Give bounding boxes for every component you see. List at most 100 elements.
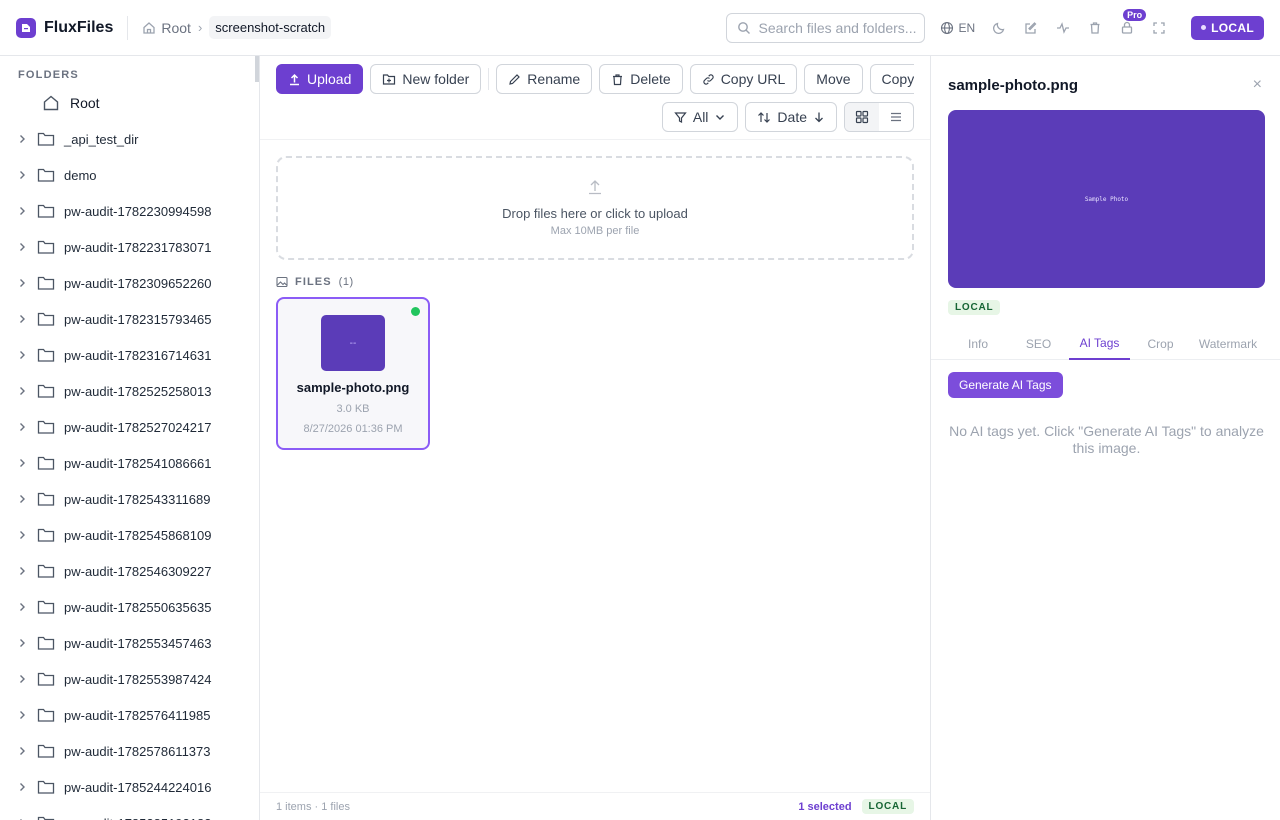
- chevron-right-icon[interactable]: [13, 601, 31, 613]
- theme-toggle-button[interactable]: [983, 12, 1015, 44]
- activity-button[interactable]: [1047, 12, 1079, 44]
- chevron-right-icon[interactable]: [13, 133, 31, 145]
- rename-label: Rename: [527, 71, 581, 87]
- delete-button[interactable]: Delete: [599, 64, 683, 94]
- move-button[interactable]: Move: [804, 64, 863, 94]
- tab-seo[interactable]: SEO: [1008, 328, 1069, 360]
- folder-label: pw-audit-1782543311689: [64, 491, 211, 507]
- folder-icon: [37, 491, 55, 507]
- sidebar-folder-item[interactable]: pw-audit-1782316714631: [0, 337, 256, 373]
- folder-icon: [37, 815, 55, 820]
- chevron-right-icon[interactable]: [13, 745, 31, 757]
- close-panel-button[interactable]: ×: [1253, 76, 1262, 94]
- sidebar-item-root[interactable]: Root: [42, 94, 100, 112]
- app-header: FluxFiles Root › screenshot-scratch EN: [0, 0, 1280, 56]
- language-selector[interactable]: EN: [940, 21, 975, 35]
- panel-storage-badge: LOCAL: [948, 300, 1001, 315]
- chevron-right-icon[interactable]: [13, 349, 31, 361]
- folder-label: pw-audit-1782541086661: [64, 455, 212, 471]
- chevron-right-icon[interactable]: [13, 637, 31, 649]
- generate-ai-tags-button[interactable]: Generate AI Tags: [948, 372, 1063, 398]
- rename-button[interactable]: Rename: [496, 64, 593, 94]
- folder-label: pw-audit-1782231783071: [64, 239, 212, 255]
- sidebar-scrollbar[interactable]: [255, 56, 259, 82]
- folder-label: pw-audit-1785244224016: [64, 779, 212, 795]
- action-toolbar: Upload New folder Rename Delete Copy URL…: [276, 64, 914, 94]
- chevron-right-icon[interactable]: [13, 205, 31, 217]
- chevron-right-icon[interactable]: [13, 781, 31, 793]
- breadcrumb-current[interactable]: screenshot-scratch: [209, 16, 332, 39]
- sidebar-folder-item[interactable]: pw-audit-1782230994598: [0, 193, 256, 229]
- list-view-button[interactable]: [879, 103, 913, 131]
- sidebar-folder-item[interactable]: pw-audit-1782576411985: [0, 697, 256, 733]
- fullscreen-button[interactable]: [1143, 12, 1175, 44]
- chevron-right-icon[interactable]: [13, 421, 31, 433]
- sidebar-folder-item[interactable]: pw-audit-1782541086661: [0, 445, 256, 481]
- pro-feature-button[interactable]: Pro: [1111, 8, 1147, 44]
- copy-to-label: Copy to: [881, 71, 914, 87]
- new-folder-button[interactable]: New folder: [370, 64, 482, 94]
- search-input[interactable]: [758, 19, 919, 36]
- folder-icon: [37, 455, 55, 471]
- filter-dropdown[interactable]: All: [661, 102, 739, 132]
- header-divider: [127, 15, 129, 40]
- file-date: 8/27/2026 01:36 PM: [303, 423, 403, 435]
- sidebar-folder-item[interactable]: pw-audit-1782545868109: [0, 517, 256, 553]
- upload-button[interactable]: Upload: [276, 64, 364, 94]
- chevron-right-icon[interactable]: [13, 529, 31, 541]
- chevron-right-icon[interactable]: [13, 241, 31, 253]
- sidebar-heading: FOLDERS: [18, 69, 79, 81]
- sidebar-folder-item[interactable]: pw-audit-1782231783071: [0, 229, 256, 265]
- trash-icon: [1088, 21, 1102, 35]
- copy-url-button[interactable]: Copy URL: [689, 64, 798, 94]
- sidebar-folder-item[interactable]: demo: [0, 157, 256, 193]
- tab-watermark[interactable]: Watermark: [1191, 328, 1265, 360]
- chevron-right-icon[interactable]: [13, 673, 31, 685]
- chevron-right-icon[interactable]: [13, 493, 31, 505]
- chevron-right-icon[interactable]: [13, 385, 31, 397]
- edit-button[interactable]: [1015, 12, 1047, 44]
- search-box[interactable]: [725, 12, 925, 43]
- app-name: FluxFiles: [44, 18, 114, 36]
- folder-icon: [37, 203, 55, 219]
- folder-label: pw-audit-1782578611373: [64, 743, 211, 759]
- copy-to-button[interactable]: Copy to: [869, 64, 914, 94]
- tab-info[interactable]: Info: [948, 328, 1008, 360]
- folder-icon: [37, 599, 55, 615]
- upload-label: Upload: [307, 71, 352, 87]
- sidebar-folder-item[interactable]: _api_test_dir: [0, 121, 256, 157]
- sidebar-folder-item[interactable]: pw-audit-1782550635635: [0, 589, 256, 625]
- sidebar-folder-item[interactable]: pw-audit-1782315793465: [0, 301, 256, 337]
- chevron-right-icon[interactable]: [13, 709, 31, 721]
- lock-icon: [1120, 21, 1134, 35]
- sidebar-folder-item[interactable]: pw-audit-1782309652260: [0, 265, 256, 301]
- sidebar-folder-item[interactable]: pw-audit-1785285192183: [0, 805, 256, 820]
- sidebar-folder-item[interactable]: pw-audit-1782543311689: [0, 481, 256, 517]
- close-icon: ×: [1252, 76, 1262, 93]
- storage-button[interactable]: LOCAL: [1191, 15, 1264, 40]
- sidebar-folder-item[interactable]: pw-audit-1785244224016: [0, 769, 256, 805]
- chevron-right-icon[interactable]: [13, 169, 31, 181]
- tab-crop[interactable]: Crop: [1130, 328, 1191, 360]
- file-card-selected[interactable]: -- sample-photo.png 3.0 KB 8/27/2026 01:…: [276, 297, 430, 450]
- sidebar-folder-item[interactable]: pw-audit-1782546309227: [0, 553, 256, 589]
- sidebar-folder-item[interactable]: pw-audit-1782578611373: [0, 733, 256, 769]
- grid-view-button[interactable]: [845, 103, 879, 131]
- sidebar-folder-item[interactable]: pw-audit-1782527024217: [0, 409, 256, 445]
- pencil-icon: [508, 73, 521, 86]
- breadcrumb-root[interactable]: Root: [142, 20, 191, 36]
- image-icon: [276, 276, 288, 288]
- chevron-right-icon[interactable]: [13, 457, 31, 469]
- sort-dropdown[interactable]: Date: [745, 102, 837, 132]
- trash-button[interactable]: [1079, 12, 1111, 44]
- sidebar-folder-item[interactable]: pw-audit-1782525258013: [0, 373, 256, 409]
- chevron-right-icon[interactable]: [13, 277, 31, 289]
- chevron-right-icon[interactable]: [13, 313, 31, 325]
- sidebar-folder-item[interactable]: pw-audit-1782553457463: [0, 625, 256, 661]
- chevron-right-icon[interactable]: [13, 565, 31, 577]
- upload-dropzone[interactable]: Drop files here or click to upload Max 1…: [276, 156, 914, 260]
- sidebar-folder-item[interactable]: pw-audit-1782553987424: [0, 661, 256, 697]
- folder-label: pw-audit-1782576411985: [64, 707, 211, 723]
- status-bar: 1 items · 1 files 1 selected LOCAL: [260, 792, 930, 820]
- tab-ai-tags[interactable]: AI Tags: [1069, 328, 1130, 360]
